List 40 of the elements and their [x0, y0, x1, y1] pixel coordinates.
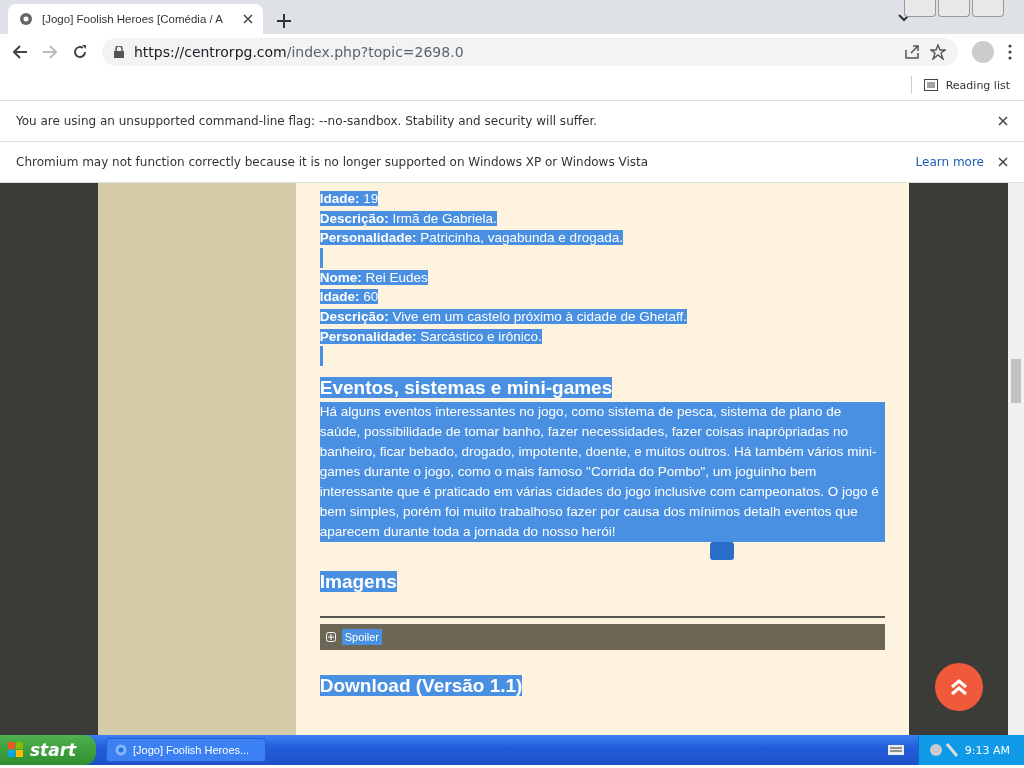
gear-icon — [18, 11, 34, 27]
start-button[interactable]: start — [0, 735, 96, 765]
close-icon[interactable] — [998, 116, 1008, 126]
scroll-to-top-button[interactable] — [935, 663, 983, 711]
section-heading: Imagens — [319, 571, 397, 593]
browser-tab[interactable]: [Jogo] Foolish Heroes [Comédia / A — [8, 4, 263, 34]
share-icon[interactable] — [904, 44, 920, 60]
character-field: Descrição: Vive em um castelo próximo à cidade de Ghetaff. — [319, 308, 687, 324]
close-icon[interactable] — [243, 14, 253, 24]
learn-more-link[interactable]: Learn more — [915, 155, 984, 169]
infobar-message: Chromium may not function correctly because it is no longer supported on Windows XP or Windows Vista — [16, 155, 650, 169]
character-field: Personalidade: Sarcástico e irônico. — [319, 328, 542, 344]
windows-logo-icon — [8, 742, 24, 758]
address-bar[interactable]: https://centrorpg.com/index.php?topic=2698.0 — [102, 38, 958, 66]
lock-icon — [114, 46, 124, 58]
plus-icon[interactable] — [277, 14, 291, 28]
character-field: Idade: 19 — [319, 191, 379, 206]
taskbar-button[interactable]: [Jogo] Foolish Heroes... — [106, 738, 266, 762]
star-icon[interactable] — [930, 44, 946, 60]
section-heading: Eventos, sistemas e mini-games — [319, 377, 613, 399]
character-field: Descrição: Irmã de Gabriela. — [319, 210, 497, 226]
back-icon[interactable] — [12, 44, 28, 60]
reload-icon[interactable] — [72, 44, 88, 60]
infobar-message: You are using an unsupported command-line flag: --no-sandbox. Stability and security will suffer. — [16, 114, 599, 128]
character-field: Idade: 60 — [319, 289, 379, 305]
emoji-icon — [709, 542, 734, 561]
double-chevron-up-icon — [950, 678, 968, 696]
section-heading: Download (Versão 1.1) — [319, 675, 523, 697]
clock: 9:13 AM — [964, 743, 1010, 757]
character-field: Nome: Rei Eudes — [319, 269, 428, 285]
section-paragraph: Há alguns eventos interessantes no jogo, como sistema de pesca, sistema de plano de saúde, possibilidade de tomar banho, fazer necessidades, fazer coisas inaprópriadas no banheiro, ficar bebado, drogado, impotente, doente, e muitos outros. Há também vários mini-games durante o jogo, como o mais famoso "Corrida do Pombo", um joguinho bem interessante que é praticado em várias cidades do jogo inclusive com campeonatos. O jogo é bem simples, porém foi muito trabalhoso fazer por causa dos mínimos detalh eventos que aparecem durante toda a jornada do nosso herói! — [319, 402, 885, 543]
menu-icon[interactable] — [1008, 44, 1012, 60]
close-icon[interactable] — [998, 157, 1008, 167]
reading-list-button[interactable]: Reading list — [945, 78, 1010, 92]
character-field: Personalidade: Patricinha, vagabunda e drogada. — [319, 230, 623, 246]
keyboard-icon[interactable] — [887, 745, 904, 755]
browser-icon — [115, 744, 127, 756]
list-icon[interactable] — [923, 79, 938, 91]
scrollbar[interactable] — [1008, 183, 1024, 735]
plus-icon — [325, 632, 336, 643]
